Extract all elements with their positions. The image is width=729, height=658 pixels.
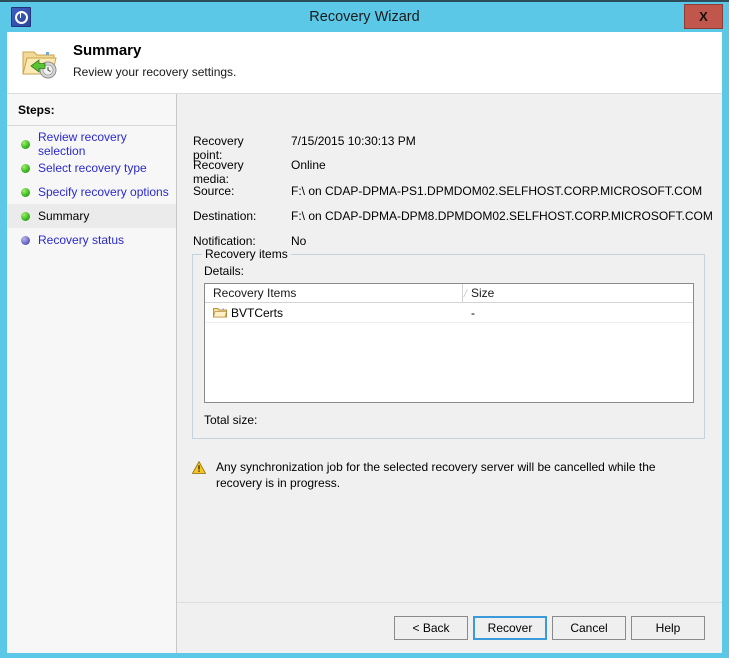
table-row[interactable]: BVTCerts - xyxy=(205,303,693,323)
field-value: Online xyxy=(291,158,326,172)
field-value: 7/15/2015 10:30:13 PM xyxy=(291,134,416,148)
field-value: No xyxy=(291,234,307,248)
close-icon[interactable]: X xyxy=(684,4,723,29)
total-size-label: Total size: xyxy=(204,413,258,427)
list-header: Recovery Items Size ⁄ xyxy=(205,284,693,303)
recover-button[interactable]: Recover xyxy=(473,616,547,640)
recovery-items-list[interactable]: Recovery Items Size ⁄ BVTCerts - xyxy=(204,283,694,403)
steps-sidebar: Steps: Review recovery selection Select … xyxy=(7,94,177,653)
field-label: Recovery media: xyxy=(193,158,244,186)
sidebar-item-label: Summary xyxy=(38,209,90,223)
field-label: Notification: xyxy=(193,234,256,248)
sidebar-item-summary[interactable]: Summary xyxy=(7,204,176,228)
step-bullet-icon xyxy=(21,163,30,173)
sidebar-item-label: Select recovery type xyxy=(38,161,147,175)
cell-item-name: BVTCerts xyxy=(231,306,284,320)
window-title: Recovery Wizard xyxy=(309,9,420,25)
steps-divider xyxy=(7,125,176,126)
sidebar-item-label: Specify recovery options xyxy=(38,185,169,199)
sort-indicator-icon: ⁄ xyxy=(465,288,467,300)
back-button[interactable]: < Back xyxy=(394,616,468,640)
window-body: Summary Review your recovery settings. S… xyxy=(7,32,722,653)
sidebar-item-select-recovery-type[interactable]: Select recovery type xyxy=(7,156,176,180)
step-bullet-icon xyxy=(21,139,30,149)
steps-heading: Steps: xyxy=(18,103,55,117)
field-value: F:\ on CDAP-DPMA-PS1.DPMDOM02.SELFHOST.C… xyxy=(291,184,703,198)
wizard-header: Summary Review your recovery settings. xyxy=(7,32,722,94)
step-bullet-icon xyxy=(21,235,30,245)
main-panel: Recovery point: 7/15/2015 10:30:13 PM Re… xyxy=(177,94,722,653)
recovery-wizard-window: Recovery Wizard X Summary Review your re… xyxy=(0,0,729,658)
step-bullet-icon xyxy=(21,187,30,197)
group-title: Recovery items xyxy=(202,247,291,261)
page-subtitle: Review your recovery settings. xyxy=(73,65,237,79)
sidebar-item-review-recovery-selection[interactable]: Review recovery selection xyxy=(7,130,176,158)
sidebar-item-specify-recovery-options[interactable]: Specify recovery options xyxy=(7,180,176,204)
column-header-recovery-items[interactable]: Recovery Items xyxy=(205,284,463,302)
recovery-items-group: Recovery items Details: Recovery Items S… xyxy=(192,247,705,439)
help-button[interactable]: Help xyxy=(631,616,705,640)
field-label: Destination: xyxy=(193,209,257,223)
folder-restore-icon xyxy=(21,44,59,80)
field-value: F:\ on CDAP-DPMA-DPM8.DPMDOM02.SELFHOST.… xyxy=(291,209,713,223)
column-header-size[interactable]: Size xyxy=(463,284,693,302)
sidebar-item-label: Recovery status xyxy=(38,233,125,247)
step-bullet-icon xyxy=(21,211,30,221)
warning-text: Any synchronization job for the selected… xyxy=(216,460,656,490)
sidebar-item-recovery-status[interactable]: Recovery status xyxy=(7,228,176,252)
folder-icon xyxy=(213,307,227,318)
cancel-button[interactable]: Cancel xyxy=(552,616,626,640)
button-bar: < Back Recover Cancel Help xyxy=(177,602,722,653)
sidebar-item-label: Review recovery selection xyxy=(38,130,127,158)
warning-triangle-icon xyxy=(191,460,207,474)
details-label: Details: xyxy=(204,264,245,278)
title-bar: Recovery Wizard X xyxy=(0,2,729,32)
field-label: Source: xyxy=(193,184,235,198)
page-title: Summary xyxy=(73,42,142,59)
cell-item-size: - xyxy=(471,306,475,320)
